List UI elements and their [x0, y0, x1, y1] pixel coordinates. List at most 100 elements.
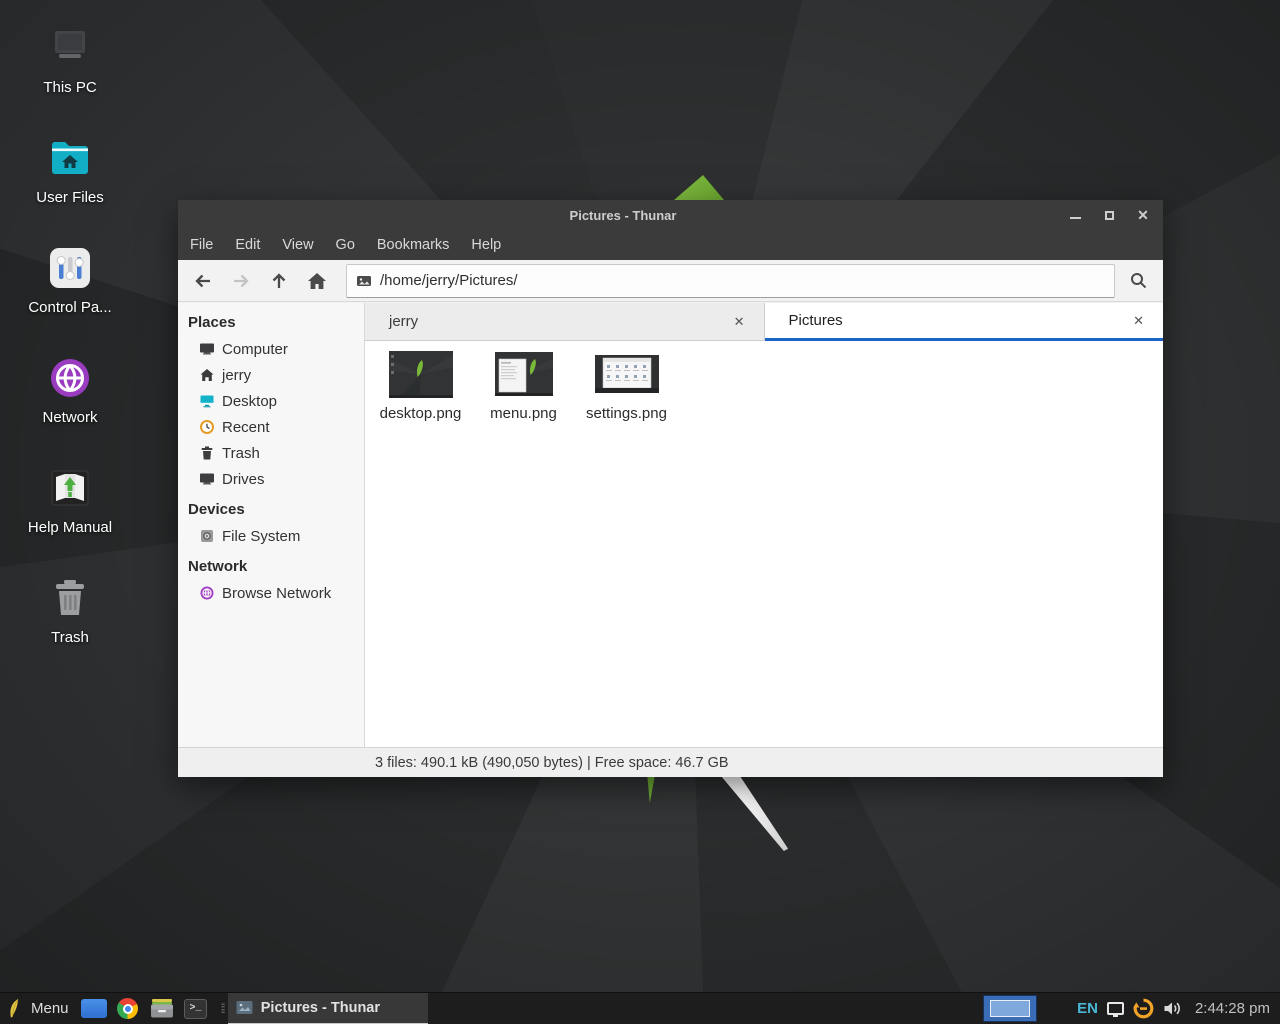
desktop-icon-network[interactable]: Network	[14, 354, 126, 426]
wallpaper-quill	[719, 777, 791, 851]
keyboard-layout-indicator[interactable]: EN	[1077, 1000, 1098, 1017]
desktop-icon-trash[interactable]: Trash	[14, 574, 126, 646]
desktop-icon-control-panel[interactable]: Control Pa...	[14, 244, 126, 316]
minimize-icon	[1070, 217, 1081, 219]
path-text[interactable]: /home/jerry/Pictures/	[380, 272, 518, 289]
menu-help[interactable]: Help	[460, 230, 512, 260]
file-manager-launcher[interactable]	[147, 993, 177, 1024]
show-desktop-icon	[81, 999, 107, 1018]
sidebar-item-desktop[interactable]: Desktop	[178, 388, 364, 414]
file-menu-png[interactable]: menu.png	[476, 349, 571, 422]
volume-icon[interactable]	[1163, 1000, 1182, 1017]
sidebar-item-label: Recent	[222, 419, 270, 436]
menu-png-thumbnail	[495, 349, 553, 399]
menu-file[interactable]: File	[179, 230, 224, 260]
tab-close-icon[interactable]: ✕	[1128, 311, 1149, 331]
network-icon	[46, 354, 94, 402]
desktop-icon-label: Control Pa...	[14, 299, 126, 316]
sidebar-item-home[interactable]: jerry	[178, 362, 364, 388]
sidebar-item-computer[interactable]: Computer	[178, 336, 364, 362]
window-titlebar[interactable]: Pictures - Thunar ✕	[178, 200, 1163, 230]
tab-close-icon[interactable]: ✕	[729, 312, 750, 332]
display-tray-icon[interactable]	[1107, 1002, 1124, 1015]
clock[interactable]: 2:44:28 pm	[1191, 1000, 1270, 1017]
file-desktop-png[interactable]: desktop.png	[373, 349, 468, 422]
taskbar: Menu >_ ⁞⁞ Pictur	[0, 992, 1280, 1024]
forward-button[interactable]	[225, 265, 257, 297]
file-manager-icon	[150, 998, 174, 1019]
menu-button[interactable]: Menu	[0, 993, 77, 1024]
maximize-icon	[1105, 211, 1114, 220]
pager-window-rect	[990, 1000, 1030, 1017]
sidebar-item-trash[interactable]: Trash	[178, 440, 364, 466]
desktop-icon-label: Network	[14, 409, 126, 426]
desktop-icon-help-manual[interactable]: Help Manual	[14, 464, 126, 536]
tab-jerry[interactable]: jerry ✕	[365, 303, 765, 341]
chrome-launcher[interactable]	[113, 993, 143, 1024]
update-manager-icon[interactable]	[1133, 998, 1154, 1019]
desktop-icon-user-files[interactable]: User Files	[14, 134, 126, 206]
menubar: File Edit View Go Bookmarks Help	[178, 230, 1163, 260]
sidebar-item-label: Drives	[222, 471, 265, 488]
tasklist-handle[interactable]: ⁞⁞	[221, 1001, 224, 1016]
thunar-window: Pictures - Thunar ✕ File Edit View Go Bo…	[178, 200, 1163, 777]
sidebar-header-devices: Devices	[178, 497, 364, 523]
desktop-png-thumbnail	[389, 349, 453, 399]
sidebar-item-label: Trash	[222, 445, 260, 462]
search-icon	[1129, 271, 1148, 290]
back-button[interactable]	[187, 265, 219, 297]
window-title: Pictures - Thunar	[178, 208, 1068, 223]
minimize-button[interactable]	[1063, 203, 1087, 227]
file-settings-png[interactable]: settings.png	[579, 349, 674, 422]
file-name: menu.png	[490, 405, 557, 422]
maximize-button[interactable]	[1097, 203, 1121, 227]
tab-pictures[interactable]: Pictures ✕	[765, 303, 1164, 341]
computer-icon	[199, 341, 215, 357]
desktop-icon-this-pc[interactable]: This PC	[14, 24, 126, 96]
status-bar: 3 files: 490.1 kB (490,050 bytes) | Free…	[178, 747, 1163, 777]
menu-view[interactable]: View	[271, 230, 324, 260]
sidebar-item-filesystem[interactable]: File System	[178, 523, 364, 549]
taskbar-task-thunar[interactable]: Pictures - Thunar	[228, 993, 428, 1024]
terminal-icon: >_	[184, 999, 207, 1019]
sidebar-item-browse-network[interactable]: Browse Network	[178, 580, 364, 606]
show-desktop-button[interactable]	[79, 993, 109, 1024]
file-name: settings.png	[586, 405, 667, 422]
home-button[interactable]	[301, 265, 333, 297]
sidebar-header-places: Places	[178, 310, 364, 336]
close-button[interactable]: ✕	[1131, 203, 1155, 227]
user-files-icon	[46, 134, 94, 182]
help-manual-icon	[46, 464, 94, 512]
status-text: 3 files: 490.1 kB (490,050 bytes) | Free…	[178, 755, 729, 771]
desktop-icon-label: This PC	[14, 79, 126, 96]
menu-go[interactable]: Go	[325, 230, 366, 260]
terminal-launcher[interactable]: >_	[181, 993, 211, 1024]
task-window-icon	[236, 1000, 253, 1015]
wallpaper-feather-sliver	[645, 777, 661, 803]
control-panel-icon	[46, 244, 94, 292]
desktop-monitor-icon	[199, 393, 215, 409]
search-button[interactable]	[1119, 264, 1157, 298]
chrome-icon	[117, 998, 138, 1019]
drives-icon	[199, 471, 215, 487]
trash-icon	[46, 574, 94, 622]
up-button[interactable]	[263, 265, 295, 297]
sidebar-item-label: Desktop	[222, 393, 277, 410]
sidebar: Places Computer jerry	[178, 303, 365, 747]
recent-clock-icon	[199, 419, 215, 435]
workspace-pager[interactable]	[983, 995, 1037, 1022]
trash-small-icon	[199, 445, 215, 461]
sidebar-item-drives[interactable]: Drives	[178, 466, 364, 492]
path-bar[interactable]: /home/jerry/Pictures/	[346, 264, 1115, 298]
sidebar-item-recent[interactable]: Recent	[178, 414, 364, 440]
image-file-icon	[356, 273, 372, 289]
filesystem-disk-icon	[199, 528, 215, 544]
menu-bookmarks[interactable]: Bookmarks	[366, 230, 461, 260]
forward-icon	[231, 272, 251, 290]
desktop-icon-label: Trash	[14, 629, 126, 646]
toolbar: /home/jerry/Pictures/	[178, 260, 1163, 302]
menu-edit[interactable]: Edit	[224, 230, 271, 260]
wallpaper-feather-top	[674, 175, 724, 200]
file-view[interactable]: desktop.png	[365, 341, 1163, 747]
settings-png-thumbnail	[595, 349, 659, 399]
